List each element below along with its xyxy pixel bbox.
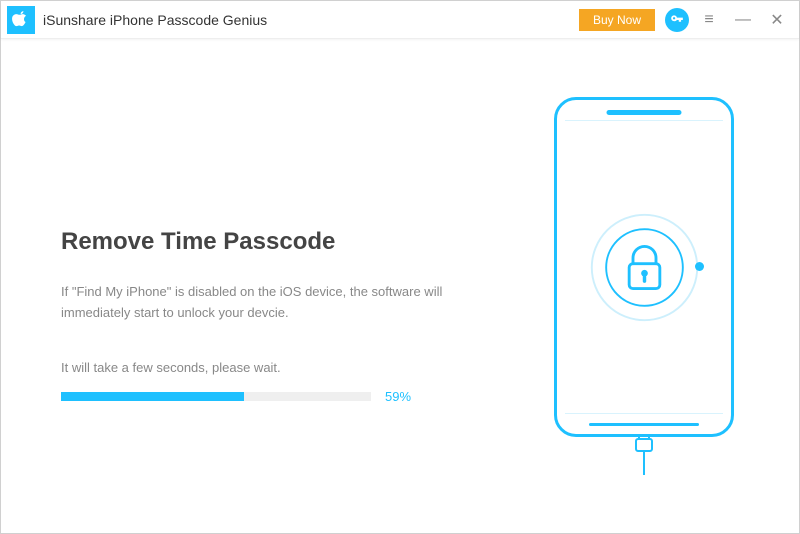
minimize-icon: — [735, 11, 751, 29]
menu-icon: ≡ [704, 11, 713, 29]
key-button[interactable] [665, 8, 689, 32]
close-button[interactable]: ✕ [763, 6, 791, 34]
progress-label: 59% [385, 389, 411, 404]
home-indicator [589, 423, 699, 426]
description-text: If "Find My iPhone" is disabled on the i… [61, 282, 499, 324]
lock-icon [587, 210, 702, 325]
page-title: Remove Time Passcode [61, 228, 499, 256]
wait-text: It will take a few seconds, please wait. [61, 360, 499, 375]
progress-fill [61, 392, 244, 401]
buy-now-button[interactable]: Buy Now [579, 9, 655, 31]
inner-line-top [565, 120, 723, 121]
progress-bar [61, 392, 371, 401]
left-pane: Remove Time Passcode If "Find My iPhone"… [61, 168, 529, 404]
phone-illustration [554, 97, 734, 475]
progress-row: 59% [61, 389, 499, 404]
content-area: Remove Time Passcode If "Find My iPhone"… [1, 39, 799, 533]
app-logo [7, 6, 35, 34]
right-pane [529, 39, 759, 533]
minimize-button[interactable]: — [729, 6, 757, 34]
menu-button[interactable]: ≡ [695, 6, 723, 34]
close-icon: ✕ [770, 10, 783, 30]
title-bar-right: Buy Now ≡ — ✕ [579, 6, 791, 34]
apple-icon [12, 10, 30, 30]
title-bar: iSunshare iPhone Passcode Genius Buy Now… [1, 1, 799, 39]
inner-line-bottom [565, 413, 723, 414]
app-title: iSunshare iPhone Passcode Genius [43, 12, 267, 28]
phone-outline [554, 97, 734, 437]
phone-notch [607, 110, 682, 115]
orbit-dot [695, 262, 704, 271]
cable-icon [629, 435, 659, 475]
key-icon [670, 13, 684, 27]
title-bar-left: iSunshare iPhone Passcode Genius [1, 2, 579, 38]
lock-circle [587, 210, 702, 325]
